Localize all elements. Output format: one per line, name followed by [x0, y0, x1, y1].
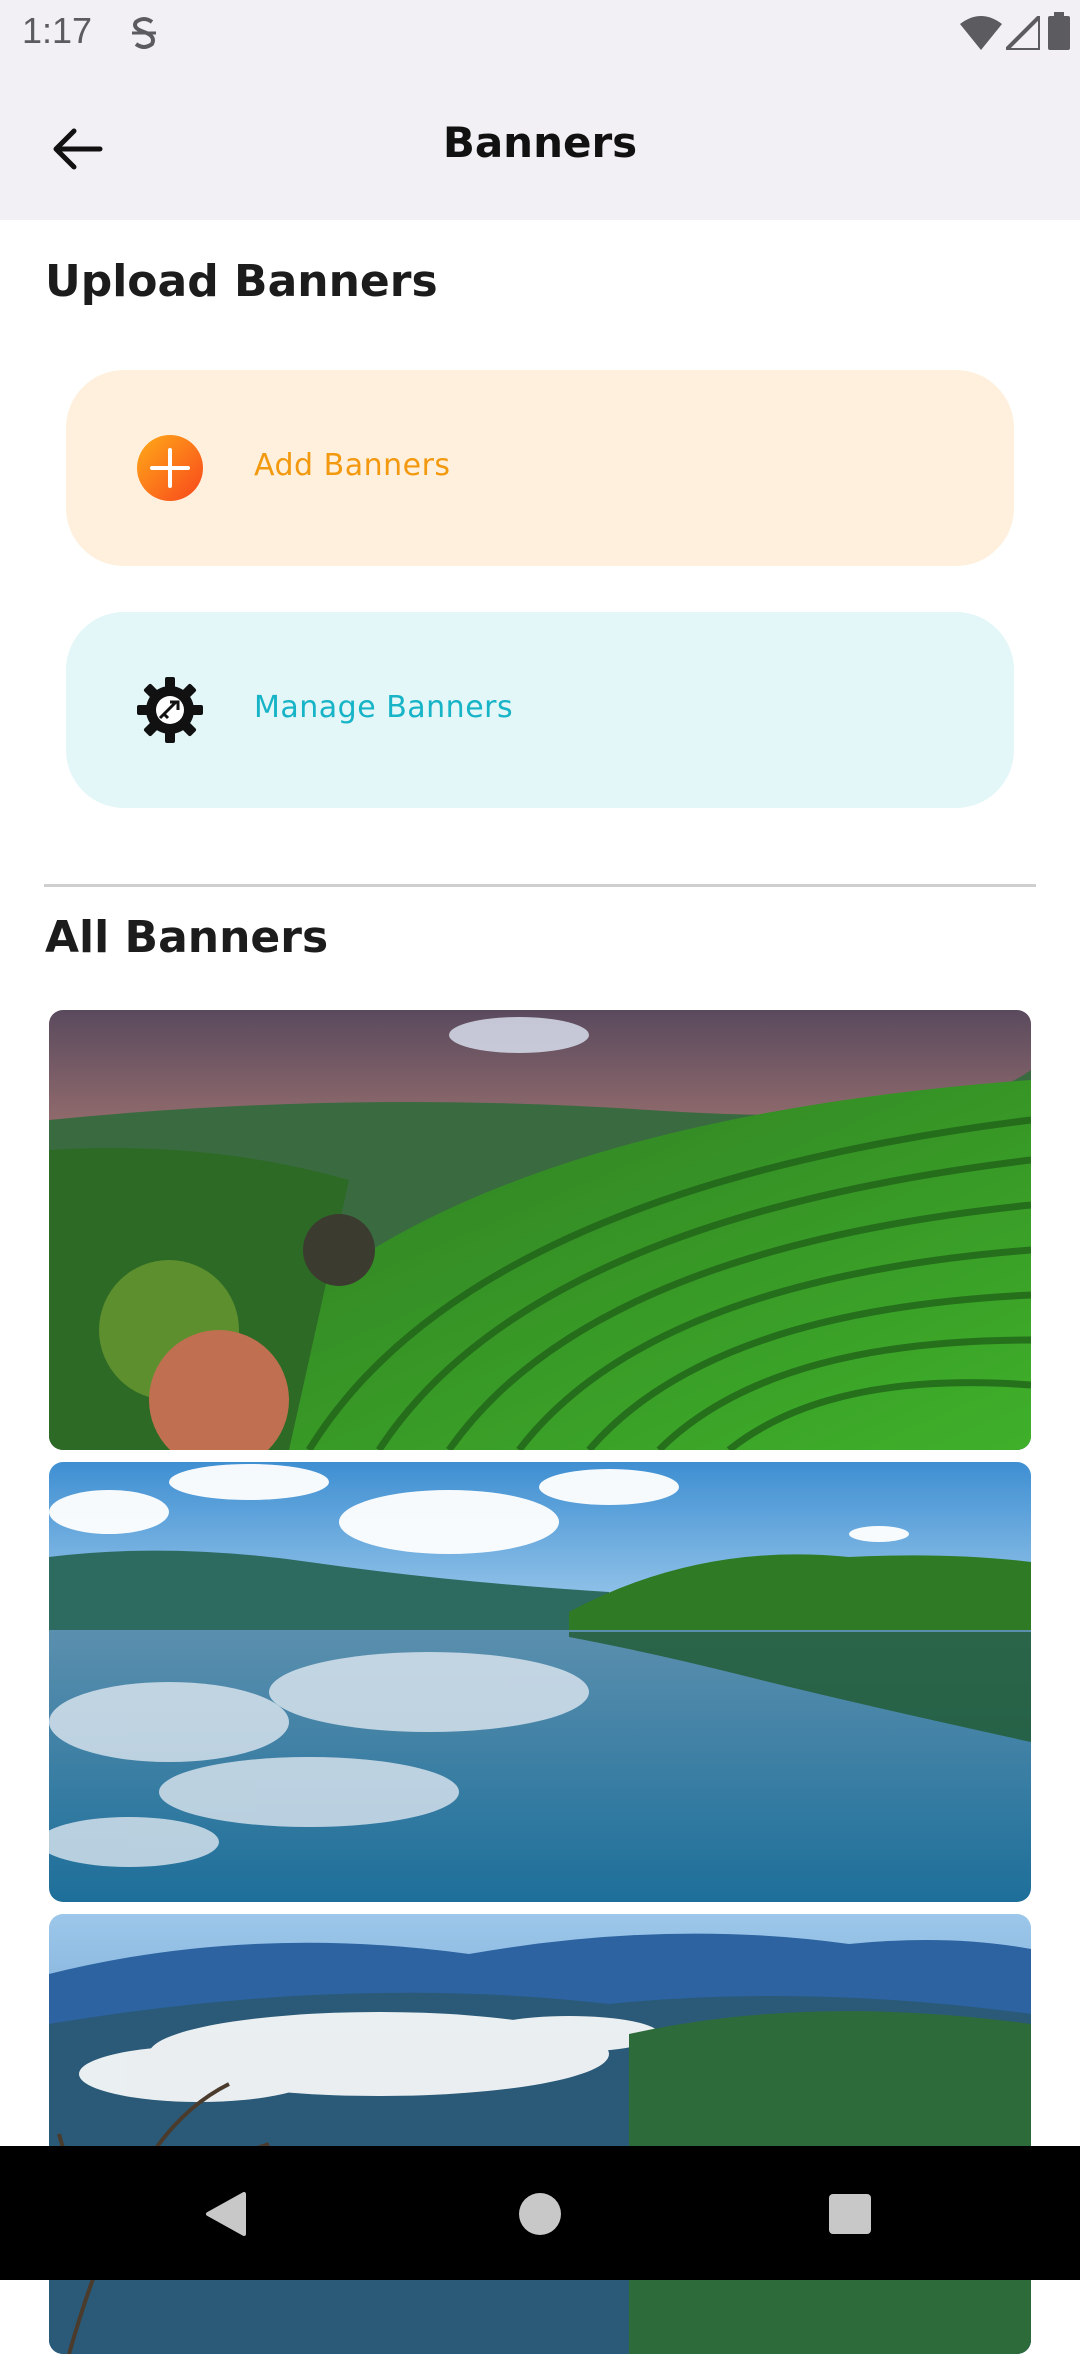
signal-icon: [1006, 16, 1040, 50]
nav-back-icon[interactable]: [204, 2192, 246, 2236]
nav-home-icon[interactable]: [519, 2193, 561, 2235]
nav-recents-icon[interactable]: [829, 2194, 871, 2234]
upload-section-title: Upload Banners: [45, 256, 438, 307]
add-banners-button[interactable]: Add Banners: [66, 370, 1014, 566]
gear-icon: [137, 677, 203, 743]
banner-image-1[interactable]: [49, 1010, 1031, 1450]
system-nav-bar: [0, 2146, 1080, 2280]
app-bar: Banners: [0, 66, 1080, 220]
status-icons: [960, 12, 1080, 52]
status-time: 1:17: [22, 10, 93, 51]
add-banners-label: Add Banners: [254, 448, 451, 483]
page-title: Banners: [442, 118, 638, 167]
section-divider: [44, 884, 1036, 887]
wifi-icon: [960, 16, 1002, 50]
s-icon: [132, 17, 156, 49]
manage-banners-button[interactable]: Manage Banners: [66, 612, 1014, 808]
plus-circle-icon: [137, 435, 203, 501]
all-banners-title: All Banners: [45, 912, 329, 963]
battery-icon: [1048, 12, 1070, 50]
manage-banners-label: Manage Banners: [254, 690, 514, 725]
banner-image-3[interactable]: [49, 1914, 1031, 2354]
status-bar: 1:17: [0, 0, 1080, 66]
banner-image-2[interactable]: [49, 1462, 1031, 1902]
